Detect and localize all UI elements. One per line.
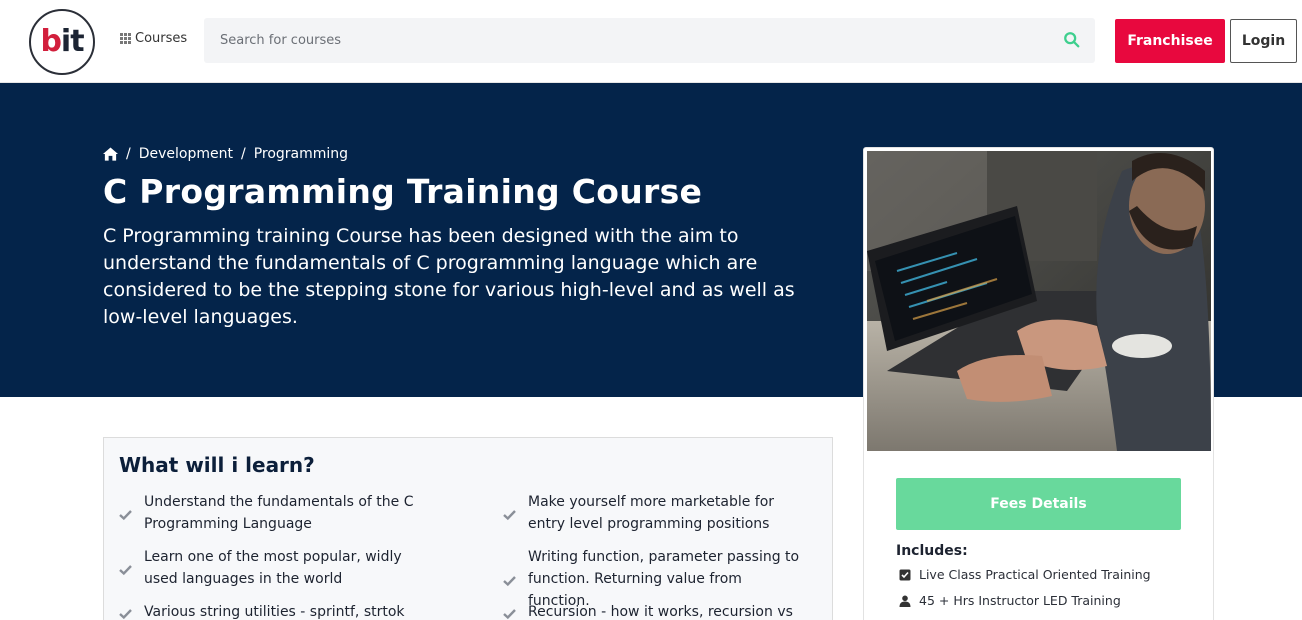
grid-icon: [120, 33, 131, 44]
logo-text: bit: [40, 23, 84, 59]
course-title: C Programming Training Course: [103, 172, 703, 211]
learn-item-text: Various string utilities - sprintf, strt…: [144, 604, 405, 620]
course-description: C Programming training Course has been d…: [103, 225, 795, 328]
learn-item-text: Recursion - how it works, recursion vs: [528, 604, 793, 620]
franchisee-button[interactable]: Franchisee: [1115, 19, 1225, 63]
search-input[interactable]: [204, 18, 1044, 63]
learn-section: What will i learn? Understand the fundam…: [103, 437, 833, 620]
include-label: 45 + Hrs Instructor LED Training: [919, 593, 1121, 608]
learn-item: Various string utilities - sprintf, strt…: [119, 601, 419, 620]
fees-details-button[interactable]: Fees Details: [896, 478, 1181, 530]
learn-item-text: Learn one of the most popular, widly use…: [144, 549, 402, 587]
check-icon: [119, 565, 132, 576]
home-icon[interactable]: [103, 147, 118, 161]
check-icon: [503, 510, 516, 521]
include-label: Live Class Practical Oriented Training: [919, 567, 1151, 582]
check-icon: [503, 609, 516, 620]
course-image: [867, 151, 1211, 451]
learn-item: Make yourself more marketable for entry …: [503, 491, 803, 535]
course-enroll-card: Fees Details Includes: Live Class Practi…: [863, 147, 1214, 620]
login-button[interactable]: Login: [1230, 19, 1297, 63]
learn-item: Learn one of the most popular, widly use…: [119, 546, 419, 590]
courses-menu-link[interactable]: Courses: [120, 31, 187, 46]
check-icon: [119, 609, 132, 620]
breadcrumb-programming[interactable]: Programming: [254, 146, 348, 162]
checkbox-icon: [899, 569, 911, 580]
courses-label: Courses: [135, 31, 188, 46]
bit-logo[interactable]: bit: [29, 9, 95, 75]
breadcrumb-separator: /: [240, 146, 246, 162]
learn-item: Recursion - how it works, recursion vs: [503, 601, 803, 620]
breadcrumb: / Development / Programming: [103, 146, 348, 162]
user-icon: [899, 595, 911, 607]
search-icon[interactable]: [1063, 31, 1081, 49]
breadcrumb-separator: /: [126, 146, 131, 162]
include-item: Live Class Practical Oriented Training: [899, 567, 1151, 582]
site-header: bit Courses Franchisee Login: [0, 0, 1302, 83]
includes-title: Includes:: [896, 543, 968, 559]
breadcrumb-development[interactable]: Development: [139, 146, 233, 162]
learn-item: Understand the fundamentals of the C Pro…: [119, 491, 419, 535]
search-bar: [204, 18, 1095, 63]
learn-item-text: Understand the fundamentals of the C Pro…: [144, 494, 414, 532]
include-item: 45 + Hrs Instructor LED Training: [899, 593, 1121, 608]
learn-title: What will i learn?: [119, 453, 315, 477]
check-icon: [119, 510, 132, 521]
learn-item-text: Make yourself more marketable for entry …: [528, 494, 775, 532]
